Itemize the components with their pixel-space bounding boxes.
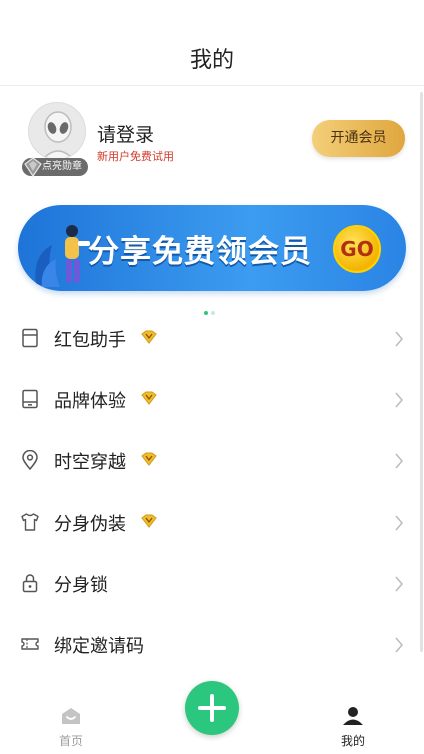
banner-pagination bbox=[204, 300, 218, 315]
page-header: 我的 bbox=[0, 0, 424, 86]
tab-home[interactable]: 首页 bbox=[41, 706, 101, 749]
menu-item-brand-experience[interactable]: 品牌体验 bbox=[0, 369, 424, 430]
menu-label: 品牌体验 bbox=[54, 391, 126, 413]
medal-badge[interactable]: 点亮勋章 bbox=[22, 157, 88, 177]
medal-label: 点亮勋章 bbox=[42, 161, 82, 172]
avatar[interactable] bbox=[28, 102, 86, 160]
location-pin-icon bbox=[22, 450, 38, 471]
alien-avatar-icon bbox=[42, 111, 74, 159]
open-vip-button[interactable]: 开通会员 bbox=[312, 120, 405, 157]
menu-item-clone-lock[interactable]: 分身锁 bbox=[0, 553, 424, 614]
menu-label: 绑定邀请码 bbox=[54, 635, 144, 657]
vip-diamond-icon bbox=[141, 514, 157, 528]
banner-go-button[interactable]: GO bbox=[333, 225, 381, 273]
tab-mine-label: 我的 bbox=[340, 734, 365, 748]
trial-text: 新用户免费试用 bbox=[97, 150, 174, 163]
menu-label: 红包助手 bbox=[54, 330, 126, 351]
vip-diamond-icon bbox=[141, 330, 157, 344]
page-title: 我的 bbox=[189, 48, 234, 73]
ticket-icon bbox=[21, 638, 39, 650]
chevron-right-icon bbox=[395, 453, 404, 469]
chevron-right-icon bbox=[395, 392, 404, 408]
share-banner[interactable]: 分享免费领会员 GO bbox=[18, 205, 406, 291]
phone-icon bbox=[22, 389, 38, 409]
shirt-icon bbox=[21, 512, 39, 531]
profile-section: 点亮勋章 请登录 新用户免费试用 开通会员 bbox=[0, 96, 424, 186]
chevron-right-icon bbox=[395, 331, 404, 347]
menu-item-red-packet[interactable]: 红包助手 bbox=[0, 308, 424, 369]
chevron-right-icon bbox=[395, 576, 404, 592]
menu-item-invite-code[interactable]: 绑定邀请码 bbox=[0, 614, 424, 675]
diamond-medal-icon bbox=[24, 157, 42, 177]
banner-title: 分享免费领会员 bbox=[88, 234, 312, 270]
vip-diamond-icon bbox=[141, 452, 157, 467]
plus-icon bbox=[198, 694, 226, 722]
lock-icon bbox=[22, 574, 38, 592]
menu-list: 红包助手 品牌体验 时空穿越 分身伪装 分身锁 绑定邀请码 bbox=[0, 308, 424, 675]
vip-diamond-icon bbox=[141, 391, 157, 406]
menu-item-time-travel[interactable]: 时空穿越 bbox=[0, 430, 424, 491]
user-icon bbox=[343, 707, 363, 725]
menu-label: 分身锁 bbox=[54, 574, 108, 596]
tab-mine[interactable]: 我的 bbox=[323, 706, 383, 749]
login-link[interactable]: 请登录 bbox=[97, 120, 154, 147]
menu-label: 时空穿越 bbox=[54, 452, 126, 474]
tab-home-label: 首页 bbox=[58, 734, 83, 748]
chevron-right-icon bbox=[395, 637, 404, 653]
chevron-right-icon bbox=[395, 515, 404, 531]
home-icon bbox=[62, 708, 80, 724]
add-button[interactable] bbox=[185, 681, 239, 735]
red-packet-icon bbox=[22, 328, 38, 348]
menu-item-disguise[interactable]: 分身伪装 bbox=[0, 492, 424, 553]
menu-label: 分身伪装 bbox=[54, 513, 126, 535]
